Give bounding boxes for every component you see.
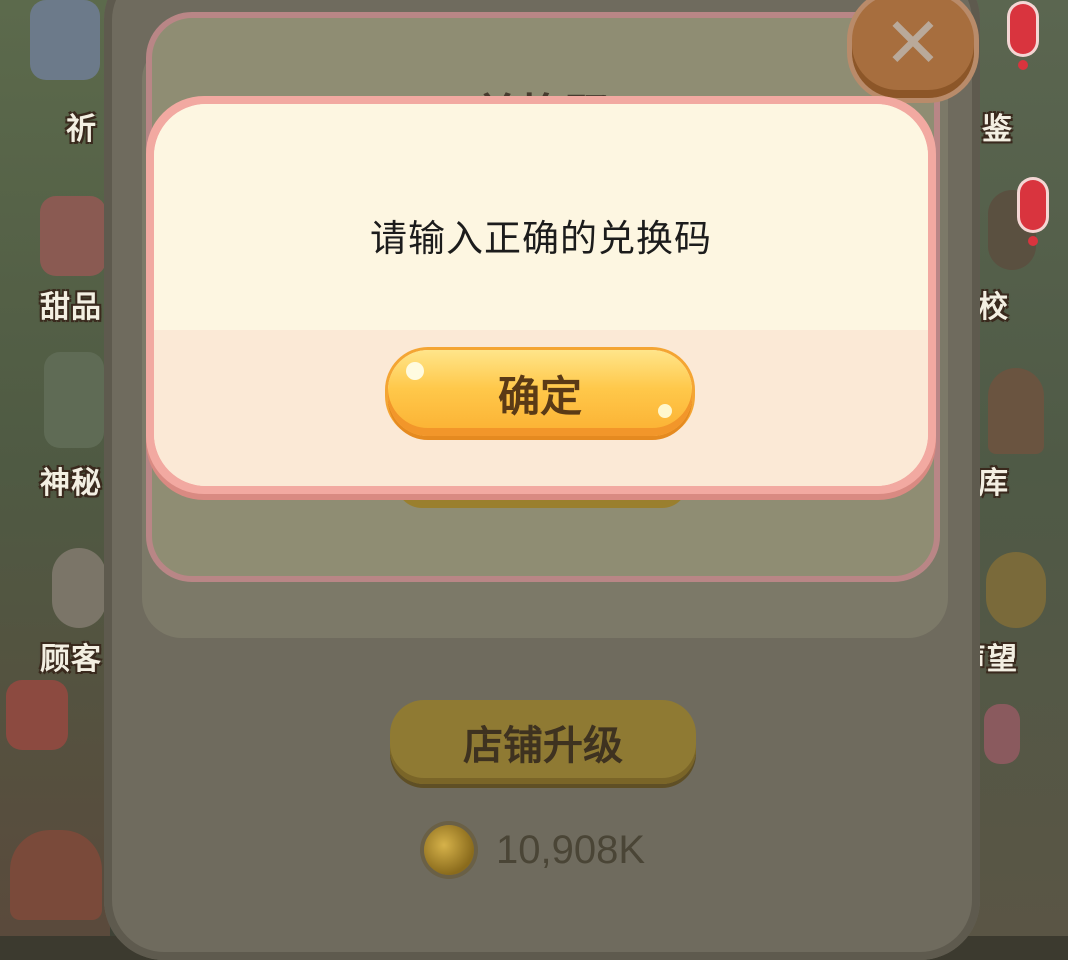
sidebar-item-school[interactable]: 校 xyxy=(978,282,1009,326)
sidebar-item-customer[interactable]: 顾客 xyxy=(40,634,102,678)
coin-value: 10,908K xyxy=(496,827,646,872)
mystery-icon[interactable] xyxy=(44,352,104,448)
customer-icon[interactable] xyxy=(52,548,106,628)
alert-icon xyxy=(1020,180,1046,246)
warehouse-icon[interactable] xyxy=(988,368,1044,454)
right-sidebar: 鉴 校 库 声望 xyxy=(956,0,1068,936)
close-button[interactable]: ✕ xyxy=(852,0,974,98)
dialog-message: 请输入正确的兑换码 xyxy=(370,217,712,260)
dessert-icon[interactable] xyxy=(40,196,106,276)
confirm-button[interactable]: 确定 xyxy=(388,350,692,436)
mushroom-house-icon xyxy=(10,830,102,920)
coin-balance: 10,908K xyxy=(424,822,645,878)
sidebar-item-mystery[interactable]: 神秘 xyxy=(40,458,102,502)
alert-icon xyxy=(1010,4,1036,70)
bow-decoration-icon xyxy=(984,704,1020,764)
gold-coin-icon xyxy=(424,825,474,875)
close-icon: ✕ xyxy=(883,2,943,84)
sidebar-item-warehouse[interactable]: 库 xyxy=(978,458,1009,502)
beaver-decoration-icon xyxy=(6,680,68,750)
sidebar-item-dessert[interactable]: 甜品 xyxy=(40,282,102,326)
shop-upgrade-button[interactable]: 店铺升级 xyxy=(390,700,696,784)
pray-icon[interactable] xyxy=(30,0,100,80)
sidebar-item-pray[interactable]: 祈 xyxy=(66,104,97,148)
left-sidebar: 祈 甜品 神秘 顾客 xyxy=(0,0,110,936)
sidebar-item-catalog[interactable]: 鉴 xyxy=(982,104,1013,148)
reputation-icon[interactable] xyxy=(986,552,1046,628)
